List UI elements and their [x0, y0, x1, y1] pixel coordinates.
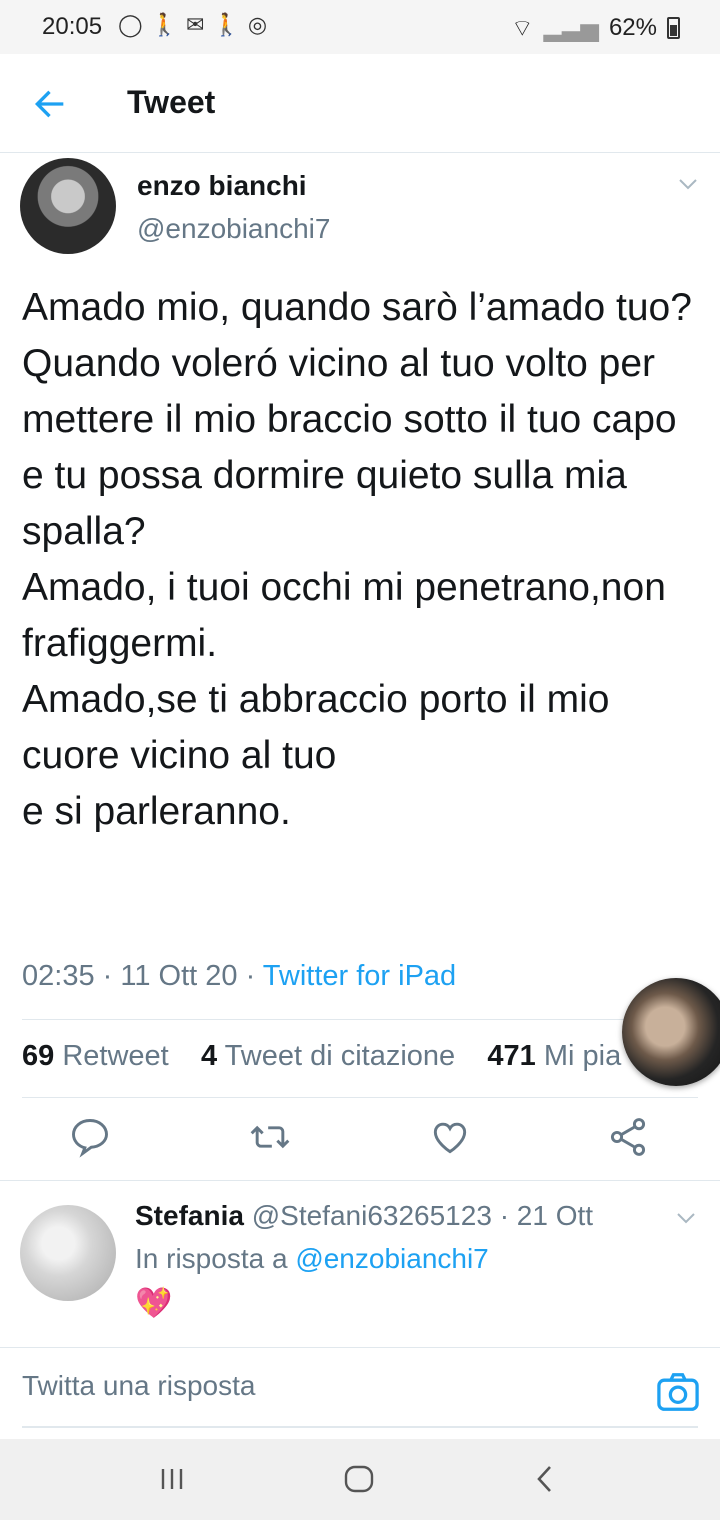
system-nav-bar	[0, 1439, 720, 1520]
retweets-label[interactable]: Retweet	[62, 1040, 168, 1072]
separator: ·	[499, 1200, 517, 1231]
back-arrow-icon[interactable]	[30, 84, 70, 124]
chevron-down-icon[interactable]	[676, 172, 700, 196]
action-bar	[0, 1115, 720, 1175]
battery-percent: 62%	[608, 14, 657, 41]
likes-count[interactable]: 471	[487, 1040, 535, 1072]
author-handle[interactable]: @enzobianchi7	[137, 213, 330, 245]
whatsapp-icon: ◯	[118, 12, 143, 37]
quotes-count[interactable]: 4	[201, 1040, 217, 1072]
floating-video-bubble[interactable]	[622, 978, 720, 1086]
wifi-icon: ⌔	[511, 15, 534, 42]
reply-text: 💖	[135, 1287, 173, 1320]
tweet-meta: 02:35 · 11 Ott 20 · Twitter for iPad	[22, 960, 456, 993]
signal-icon: ▂▃▅	[543, 14, 599, 42]
app-bar: Tweet	[0, 54, 720, 153]
reply-input[interactable]: Twitta una risposta	[22, 1370, 255, 1402]
separator: ·	[102, 960, 121, 992]
author-name[interactable]: enzo bianchi	[137, 170, 307, 202]
in-reply-to: In risposta a @enzobianchi7	[135, 1243, 489, 1275]
tweet-source[interactable]: Twitter for iPad	[263, 960, 456, 992]
notification-icons: ◯ 🚶 ✉ 🚶 ◎	[118, 12, 267, 38]
camera-icon[interactable]	[656, 1372, 700, 1412]
home-icon[interactable]	[339, 1459, 379, 1499]
in-reply-to-label: In risposta a	[135, 1243, 288, 1274]
status-bar: 20:05 ◯ 🚶 ✉ 🚶 ◎ ⌔ ▂▃▅ 62%	[0, 0, 720, 54]
status-right: ⌔ ▂▃▅ 62%	[511, 13, 680, 43]
input-underline	[22, 1426, 698, 1428]
chevron-down-icon[interactable]	[674, 1206, 698, 1230]
separator: ·	[245, 960, 263, 992]
divider	[22, 1097, 698, 1098]
messenger-icon: ◎	[247, 12, 268, 37]
reply-author-handle[interactable]: @Stefani63265123	[252, 1200, 492, 1231]
walk-icon: 🚶	[212, 12, 240, 37]
likes-label[interactable]: Mi pia	[544, 1040, 621, 1072]
share-icon[interactable]	[606, 1115, 650, 1159]
tweet-text: Amado mio, quando sarò l’amado tuo? Quan…	[22, 286, 692, 833]
retweets-count[interactable]: 69	[22, 1040, 54, 1072]
tweet-time: 02:35	[22, 960, 95, 992]
retweet-icon[interactable]	[248, 1115, 292, 1159]
reply-date: 21 Ott	[516, 1200, 594, 1231]
reply-icon[interactable]	[68, 1115, 112, 1159]
divider	[0, 1180, 720, 1181]
tweet-stats: 69 Retweet 4 Tweet di citazione 471 Mi p…	[22, 1040, 698, 1073]
tweet-date: 11 Ott 20	[120, 960, 238, 992]
battery-icon	[667, 17, 680, 39]
divider	[22, 1019, 698, 1020]
status-time: 20:05	[42, 13, 103, 40]
reply-author-name[interactable]: Stefania	[135, 1200, 244, 1231]
back-icon[interactable]	[526, 1459, 566, 1499]
walk-icon: 🚶	[150, 12, 179, 37]
page-title: Tweet	[127, 84, 216, 120]
author-avatar[interactable]	[20, 158, 116, 254]
recent-apps-icon[interactable]	[152, 1459, 192, 1499]
like-icon[interactable]	[428, 1115, 472, 1159]
in-reply-to-handle[interactable]: @enzobianchi7	[295, 1243, 488, 1274]
reply-composer: Twitta una risposta	[0, 1347, 720, 1440]
mail-icon: ✉	[186, 12, 205, 37]
quotes-label[interactable]: Tweet di citazione	[225, 1040, 456, 1072]
reply-avatar[interactable]	[20, 1205, 116, 1301]
reply-header: Stefania @Stefani63265123 · 21 Ott	[135, 1200, 593, 1232]
